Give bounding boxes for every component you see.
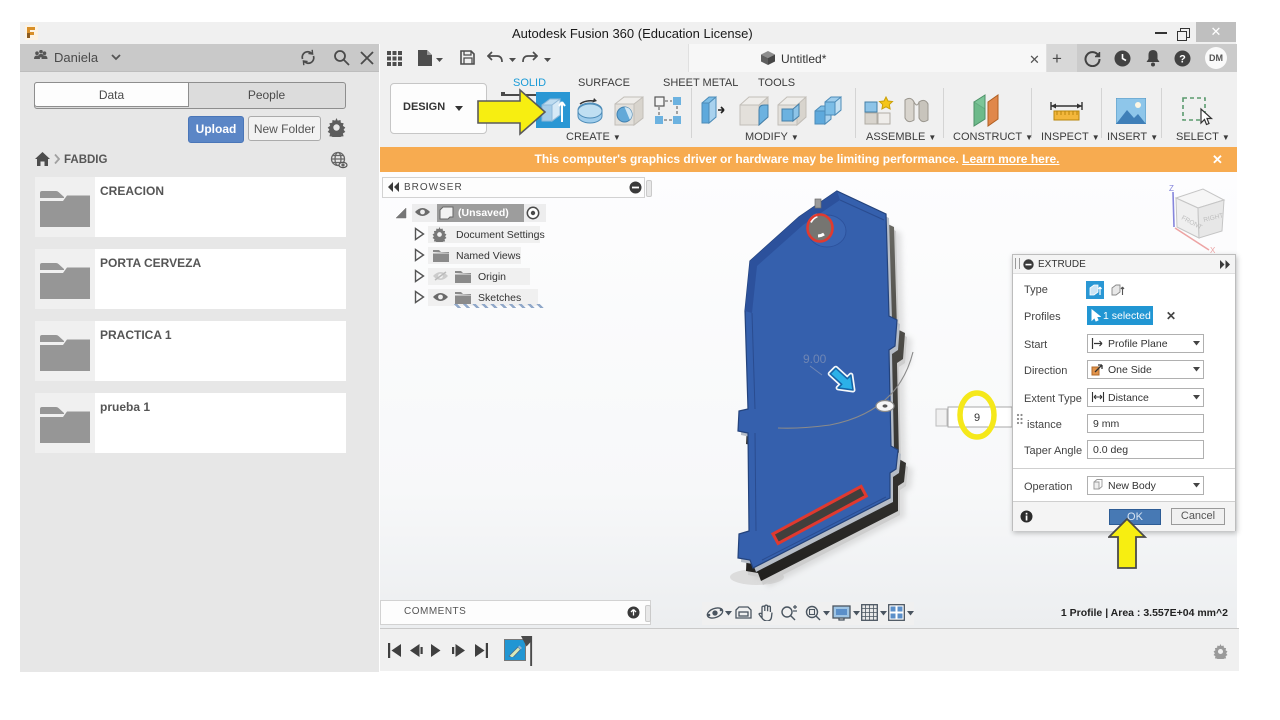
- svg-text:?: ?: [1179, 54, 1186, 66]
- svg-text:9: 9: [974, 412, 980, 424]
- svg-text:Z: Z: [1169, 184, 1174, 193]
- svg-text:X: X: [1210, 246, 1216, 254]
- svg-text:9.00: 9.00: [803, 352, 827, 366]
